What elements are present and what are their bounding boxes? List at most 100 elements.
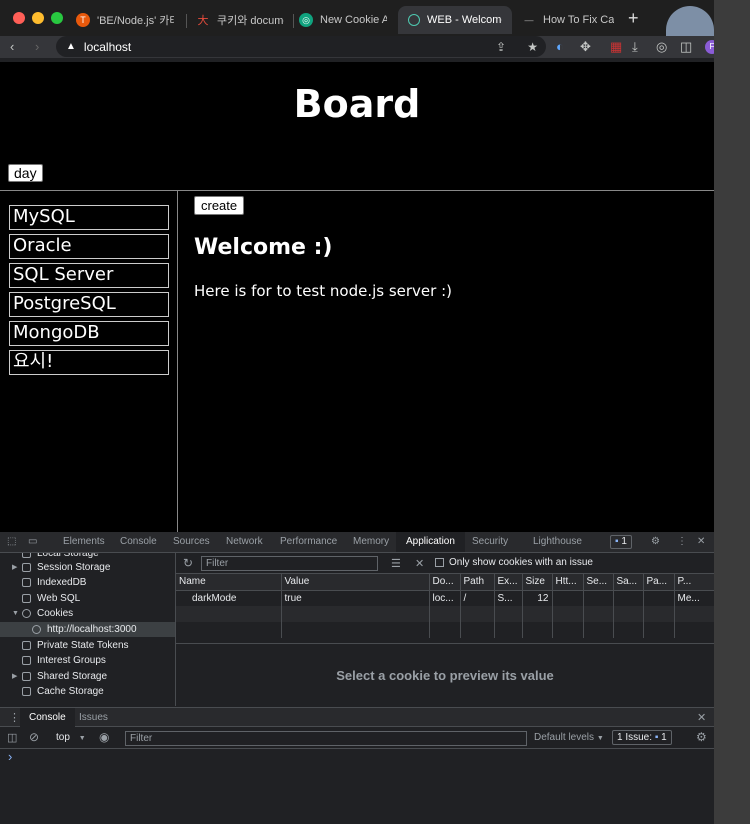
extension-icon[interactable]: ◐ (556, 38, 564, 56)
tab-performance[interactable]: Performance (280, 532, 337, 552)
sidepanel-icon[interactable]: ◫ (680, 38, 692, 56)
tab-title: WEB - Welcome : (427, 14, 502, 26)
table-row[interactable]: darkMode true loc... / S... 12 Me... (176, 590, 715, 606)
tab-security[interactable]: Security (472, 532, 508, 552)
share-icon[interactable]: ⇪ (496, 40, 506, 54)
sidebar-toggle-icon[interactable]: ◫ (7, 731, 17, 744)
tab-sources[interactable]: Sources (173, 532, 210, 552)
table-cell (281, 606, 430, 622)
console-settings-gear-icon[interactable]: ⚙ (696, 730, 707, 744)
puzzle-icon[interactable]: ✥ (580, 38, 591, 56)
close-devtools-icon[interactable]: ✕ (697, 532, 705, 552)
bookmark-star-icon[interactable]: ★ (527, 40, 538, 54)
sidebar-item-web-sql[interactable]: Web SQL (0, 591, 175, 606)
console-prompt: › (8, 749, 13, 764)
inspect-element-icon[interactable]: ⬚ (7, 532, 16, 552)
close-window-button[interactable] (13, 12, 25, 24)
forward-icon[interactable]: › (35, 38, 39, 56)
log-levels-dropdown[interactable]: Default levels ▼ (534, 732, 604, 743)
nav-item-postgresql[interactable]: PostgreSQL (9, 292, 169, 317)
nav-item-oracle[interactable]: Oracle (9, 234, 169, 259)
browser-tab[interactable]: ◎ New Cookie Assig (289, 6, 397, 34)
database-icon (22, 672, 31, 681)
sidebar-item-indexeddb[interactable]: IndexedDB (0, 575, 175, 590)
camera-icon[interactable]: ◎ (656, 38, 667, 56)
column-header[interactable]: Size (522, 574, 553, 591)
sidebar-item-localhost-cookies[interactable]: http://localhost:3000 (0, 622, 175, 637)
caret-right-icon[interactable]: ▶ (12, 669, 17, 684)
sidebar-item-private-state-tokens[interactable]: Private State Tokens (0, 638, 175, 653)
column-header[interactable]: Ex... (494, 574, 523, 591)
context-selector[interactable]: top ▼ (56, 732, 86, 743)
grid-icon (22, 563, 31, 572)
settings-gear-icon[interactable]: ⚙ (651, 532, 660, 552)
tab-lighthouse[interactable]: Lighthouse (533, 532, 582, 552)
browser-tab[interactable]: 大 쿠키와 document.c (186, 6, 294, 34)
create-button[interactable]: create (194, 196, 245, 215)
column-header[interactable]: Path (460, 574, 495, 591)
tab-favicon-icon (408, 14, 420, 26)
maximize-window-button[interactable] (51, 12, 63, 24)
sidebar-item-cache-storage[interactable]: Cache Storage (0, 684, 175, 699)
back-icon[interactable]: ‹ (10, 38, 14, 56)
nav-item-mysql[interactable]: MySQL (9, 205, 169, 230)
browser-tab[interactable]: — How To Fix Canno (512, 6, 624, 34)
more-options-icon[interactable]: ⋮ (677, 532, 687, 552)
delete-icon[interactable]: ✕ (415, 557, 424, 570)
flag-icon[interactable]: ▦ (610, 38, 622, 56)
dropdown-arrow-icon: ▼ (78, 735, 86, 742)
column-header[interactable]: Se... (583, 574, 614, 591)
minimize-window-button[interactable] (32, 12, 44, 24)
tab-application[interactable]: Application (396, 532, 465, 552)
tab-elements[interactable]: Elements (63, 532, 105, 552)
caret-down-icon[interactable]: ▼ (12, 606, 19, 621)
device-toolbar-icon[interactable]: ▭ (28, 532, 37, 552)
close-drawer-icon[interactable]: ✕ (697, 711, 706, 724)
clear-console-icon[interactable]: ⊘ (29, 730, 39, 744)
sidebar-item-shared-storage[interactable]: ▶ Shared Storage (0, 669, 175, 684)
tab-strip: T 'BE/Node.js' 카테고 大 쿠키와 document.c ◎ Ne… (0, 0, 714, 36)
only-issue-checkbox[interactable]: Only show cookies with an issue (435, 557, 593, 568)
browser-tab-active[interactable]: WEB - Welcome : (398, 6, 512, 34)
nav-item-sql-server[interactable]: SQL Server (9, 263, 169, 288)
drawer-tab-issues[interactable]: Issues (79, 708, 108, 727)
sidebar-item-session-storage[interactable]: ▶ Session Storage (0, 560, 175, 575)
tab-memory[interactable]: Memory (353, 532, 389, 552)
tab-favicon-icon: ◎ (299, 13, 313, 27)
checkbox-icon[interactable] (435, 558, 444, 567)
column-header[interactable]: Htt... (552, 574, 584, 591)
browser-tab[interactable]: T 'BE/Node.js' 카테고 (66, 6, 184, 34)
tab-title: 쿠키와 document.c (217, 15, 284, 27)
tab-network[interactable]: Network (226, 532, 263, 552)
console-filter-input[interactable]: Filter (125, 731, 527, 746)
browser-toolbar: ‹ › ▲ localhost ⇪ ★ ◐ ✥ ▦ ⤓ ◎ ◫ F (0, 36, 719, 58)
clear-filtered-icon[interactable]: ☰ (391, 557, 401, 570)
sidebar-item-cookies[interactable]: ▼ Cookies (0, 606, 175, 621)
column-header[interactable]: Sa... (613, 574, 644, 591)
refresh-icon[interactable]: ↻ (183, 556, 193, 570)
drawer-tab-console[interactable]: Console (20, 708, 75, 727)
profile-avatar[interactable] (666, 6, 714, 36)
column-header[interactable]: Value (281, 574, 430, 591)
caret-right-icon[interactable]: ▶ (12, 560, 17, 575)
issues-badge[interactable]: ▪ 1 (610, 535, 632, 549)
console-output[interactable]: › (0, 749, 714, 824)
tab-favicon-icon: 大 (197, 15, 209, 27)
day-button[interactable]: day (8, 164, 43, 182)
nav-item-mongodb[interactable]: MongoDB (9, 321, 169, 346)
column-header[interactable]: Do... (429, 574, 461, 591)
cookie-filter-input[interactable]: Filter (201, 556, 378, 571)
nav-item-yoshi[interactable]: 요시! (9, 350, 169, 375)
drawer-menu-icon[interactable]: ⋮ (9, 711, 20, 724)
eye-icon[interactable]: ◉ (99, 730, 109, 744)
address-bar[interactable]: ▲ localhost ⇪ ★ (56, 36, 546, 57)
issues-counter[interactable]: 1 Issue: ▪ 1 (612, 730, 672, 745)
tab-title: New Cookie Assig (320, 14, 387, 26)
column-header[interactable]: Name (176, 574, 282, 591)
new-tab-button[interactable]: + (628, 8, 639, 29)
sidebar-item-interest-groups[interactable]: Interest Groups (0, 653, 175, 668)
column-header[interactable]: Pa... (643, 574, 675, 591)
column-header[interactable]: P... (674, 574, 715, 591)
tab-console[interactable]: Console (120, 532, 157, 552)
download-icon[interactable]: ⤓ (632, 38, 638, 56)
